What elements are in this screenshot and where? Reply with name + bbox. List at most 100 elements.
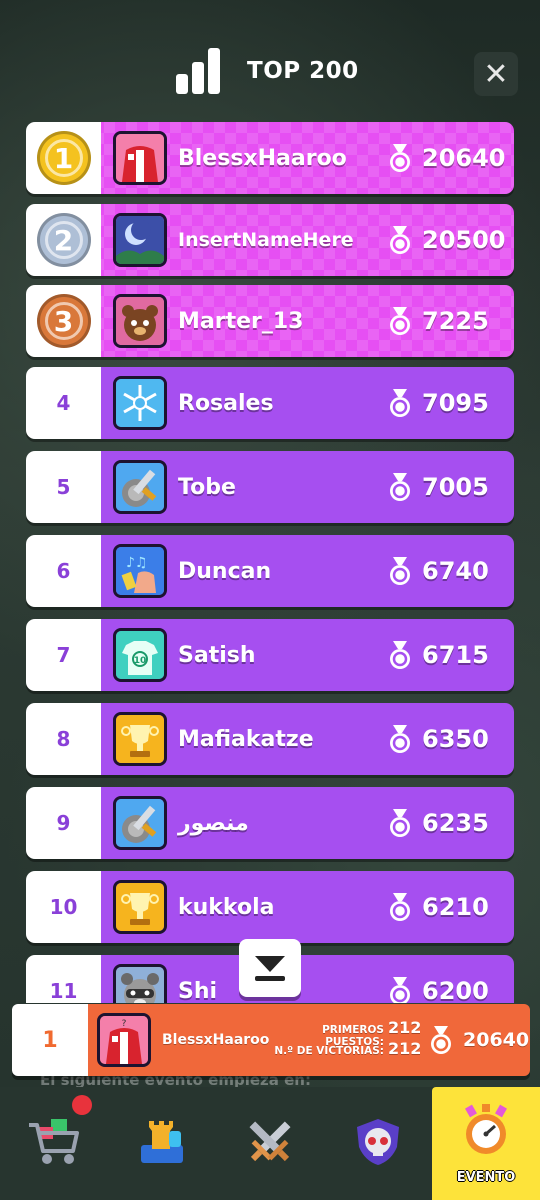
red-jacket-avatar	[113, 131, 167, 185]
rank-number: 7	[26, 619, 101, 691]
stopwatch-icon	[457, 1102, 515, 1164]
cart-icon	[25, 1115, 83, 1173]
bottom-nav: EVENTO	[0, 1087, 540, 1200]
rank-number: 11	[26, 955, 101, 1003]
my-rank-number: 1	[12, 1004, 88, 1076]
player-score: 7225	[422, 307, 489, 335]
red-jacket-avatar: ?	[97, 1013, 151, 1067]
page-title: TOP 200	[247, 58, 359, 84]
jersey-10-avatar: 10	[113, 628, 167, 682]
my-rank-row[interactable]: 1 ? BlessxHaaroo PRIMEROS PUESTOS: 212 N…	[12, 1004, 530, 1076]
leaderboard-list[interactable]: 1 BlessxHaaroo 20640 2 InsertNameHere 20500 3 M…	[0, 118, 540, 1003]
player-name: Shi	[178, 978, 218, 1004]
medal-icon	[387, 472, 413, 502]
player-name: Tobe	[178, 474, 236, 500]
nav-tab-rooms[interactable]	[108, 1087, 216, 1200]
nav-tab-battle[interactable]	[216, 1087, 324, 1200]
medal-icon	[387, 225, 413, 255]
player-score: 6350	[422, 725, 489, 753]
medal-icon	[428, 1025, 454, 1055]
player-name: BlessxHaaroo	[178, 145, 347, 171]
nav-tab-shop[interactable]	[0, 1087, 108, 1200]
scroll-to-me-button[interactable]	[239, 939, 301, 997]
player-name: Marter_13	[178, 308, 304, 334]
close-icon: ✕	[483, 56, 509, 92]
player-score: 6235	[422, 809, 489, 837]
leaderboard-row[interactable]: 1 BlessxHaaroo 20640	[26, 122, 514, 194]
header: TOP 200 ✕	[0, 0, 540, 115]
leaderboard-row[interactable]: 3 Marter_13 7225	[26, 285, 514, 357]
leaderboard-bars-icon	[176, 48, 222, 94]
player-score: 7095	[422, 389, 489, 417]
svg-text:?: ?	[122, 1019, 127, 1029]
medal-icon	[387, 143, 413, 173]
leaderboard-row[interactable]: 6 ♪♫ Duncan 6740	[26, 535, 514, 607]
player-name: منصور	[178, 810, 249, 836]
raccoon-avatar	[113, 964, 167, 1003]
player-score: 20500	[422, 226, 506, 254]
rank-number: 6	[26, 535, 101, 607]
leaderboard-row[interactable]: 5 Tobe 7005	[26, 451, 514, 523]
wins-value: 212	[388, 1039, 422, 1058]
player-score: 6200	[422, 977, 489, 1003]
leaderboard-row[interactable]: 9 منصور 6235	[26, 787, 514, 859]
rank-number: 1	[36, 131, 91, 185]
wins-label: N.º DE VICTORIAS:	[274, 1045, 384, 1057]
rank-number: 4	[26, 367, 101, 439]
player-score: 6210	[422, 893, 489, 921]
sword-shield-avatar	[113, 796, 167, 850]
trophy-avatar	[113, 712, 167, 766]
medal-icon	[387, 388, 413, 418]
leaderboard-row[interactable]: 7 10 Satish 6715	[26, 619, 514, 691]
music-hand-avatar: ♪♫	[113, 544, 167, 598]
chess-rook-icon	[135, 1115, 189, 1173]
player-name: Satish	[178, 642, 256, 668]
bear-avatar	[113, 294, 167, 348]
player-name: kukkola	[178, 894, 275, 920]
leaderboard-row[interactable]: 2 InsertNameHere 20500	[26, 204, 514, 276]
rank-number: 8	[26, 703, 101, 775]
skull-shield-icon	[351, 1115, 405, 1173]
close-button[interactable]: ✕	[474, 52, 518, 96]
notification-badge	[72, 1095, 92, 1115]
rank-number: 5	[26, 451, 101, 523]
medal-icon	[387, 808, 413, 838]
snowflake-avatar	[113, 376, 167, 430]
player-score: 7005	[422, 473, 489, 501]
player-score: 6740	[422, 557, 489, 585]
medal-icon	[387, 724, 413, 754]
player-name: Rosales	[178, 390, 274, 416]
bronze-rank-coin-icon: 3	[26, 285, 101, 357]
my-score: 20640	[463, 1029, 530, 1051]
sword-shield-avatar	[113, 460, 167, 514]
player-name: Duncan	[178, 558, 272, 584]
gold-rank-coin-icon: 1	[26, 122, 101, 194]
nav-tab-team[interactable]	[324, 1087, 432, 1200]
leaderboard-row[interactable]: 8 Mafiakatze 6350	[26, 703, 514, 775]
nav-label: EVENTO	[456, 1170, 516, 1185]
medal-icon	[387, 640, 413, 670]
leaderboard-row[interactable]: 10 kukkola 6210	[26, 871, 514, 943]
first-places-value: 212	[388, 1018, 422, 1037]
my-stats: PRIMEROS PUESTOS: 212 N.º DE VICTORIAS: …	[266, 1018, 421, 1060]
rank-number: 3	[36, 294, 91, 348]
night-moon-avatar	[113, 213, 167, 267]
silver-rank-coin-icon: 2	[26, 204, 101, 276]
svg-text:♪♫: ♪♫	[126, 555, 148, 571]
player-name: InsertNameHere	[178, 229, 354, 251]
rank-number: 2	[36, 213, 91, 267]
medal-icon	[387, 556, 413, 586]
my-player-name: BlessxHaaroo	[162, 1032, 270, 1048]
player-score: 20640	[422, 144, 506, 172]
leaderboard-row[interactable]: 4 Rosales 7095	[26, 367, 514, 439]
player-score: 6715	[422, 641, 489, 669]
nav-tab-event[interactable]: EVENTO	[432, 1087, 540, 1200]
rank-number: 9	[26, 787, 101, 859]
medal-icon	[387, 976, 413, 1003]
player-name: Mafiakatze	[178, 726, 314, 752]
medal-icon	[387, 306, 413, 336]
rank-number: 10	[26, 871, 101, 943]
svg-text:10: 10	[134, 656, 147, 666]
crossed-swords-icon	[243, 1115, 297, 1173]
arrow-down-icon	[255, 956, 285, 981]
